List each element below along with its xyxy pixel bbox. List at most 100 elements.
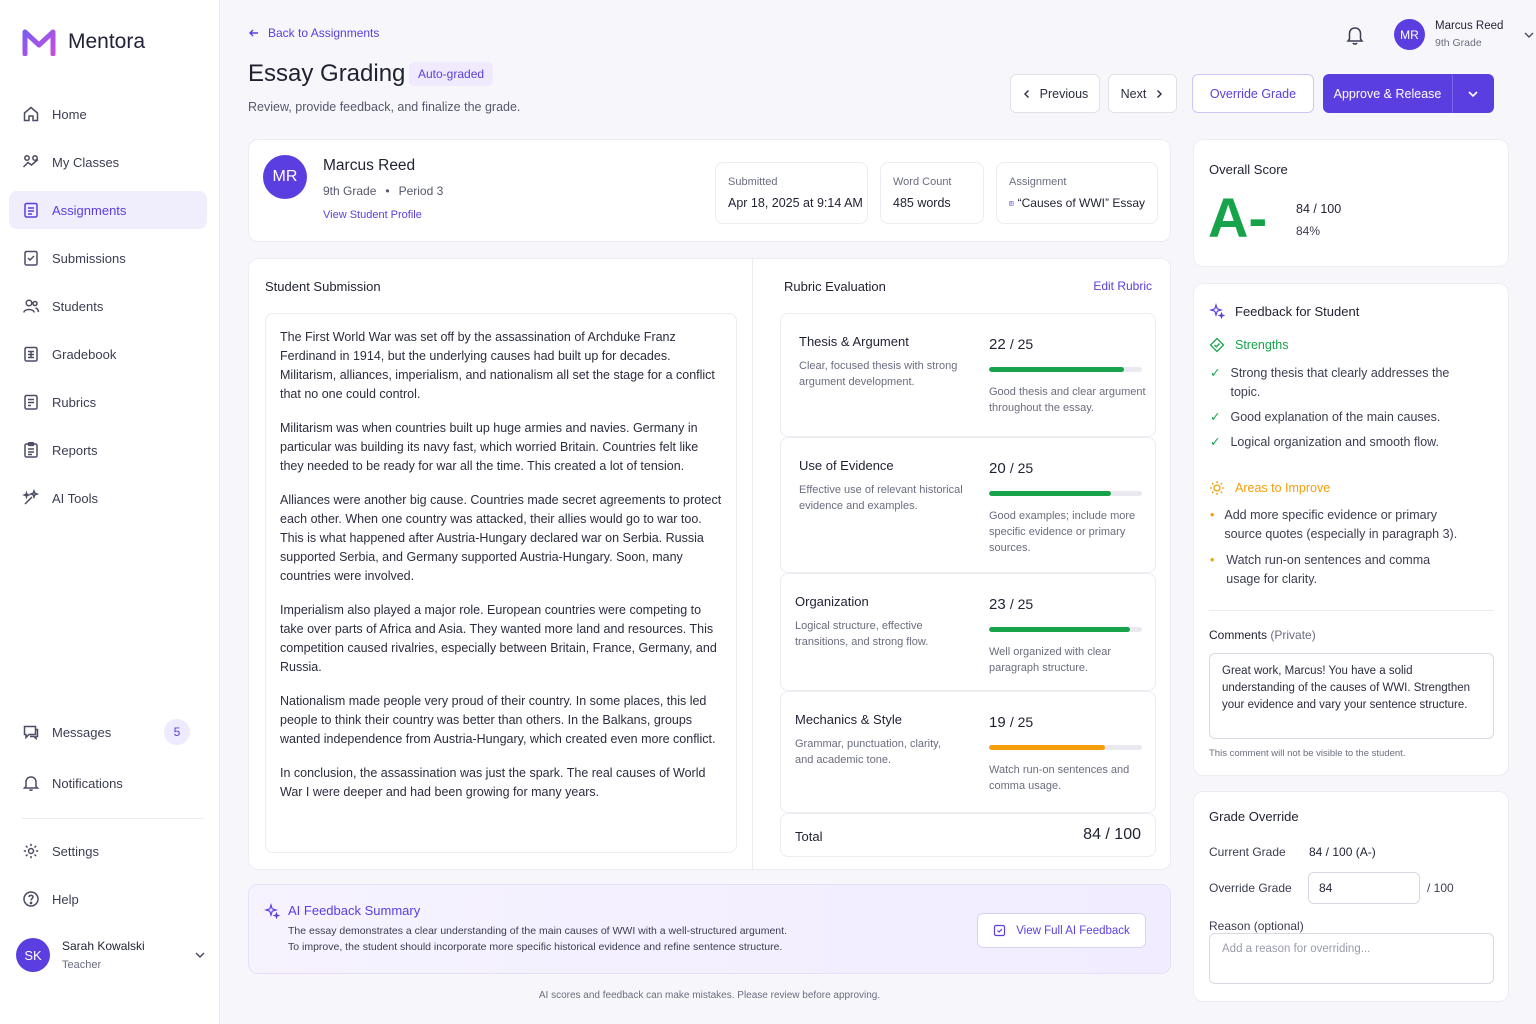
- score-max: 25: [1017, 336, 1034, 352]
- rubric-item-score: 19 / 25: [989, 714, 1034, 731]
- grade-override-card: Grade Override Current Grade 84 / 100 (A…: [1193, 791, 1509, 1002]
- score-value: 19: [989, 714, 1006, 731]
- assignment-value: “Causes of WWI” Essay: [1017, 196, 1145, 210]
- brand-logo[interactable]: Mentora: [22, 28, 145, 56]
- document-icon: [1009, 200, 1014, 206]
- top-user-menu[interactable]: MR Marcus Reed 9th Grade: [1394, 19, 1535, 50]
- sidebar-item-label: Rubrics: [52, 394, 97, 410]
- rubric-item-score: 23 / 25: [989, 596, 1034, 613]
- sidebar-item-help[interactable]: Help: [9, 880, 207, 918]
- sidebar-user[interactable]: SK Sarah Kowalski Teacher: [16, 938, 206, 972]
- reason-textarea[interactable]: Add a reason for overriding...: [1209, 933, 1494, 984]
- approve-options-dropdown[interactable]: [1452, 74, 1494, 113]
- approve-release-button[interactable]: Approve & Release: [1323, 74, 1452, 113]
- sidebar-item-my-classes[interactable]: My Classes: [9, 143, 207, 181]
- rubric-item-description: Clear, focused thesis with strong argume…: [799, 360, 958, 388]
- student-grade: 9th Grade: [323, 184, 377, 198]
- page-title: Essay Grading: [248, 60, 406, 87]
- word-count-value: 485 words: [893, 196, 951, 210]
- bullet-dot: •: [1210, 508, 1215, 522]
- next-button[interactable]: Next: [1108, 74, 1177, 113]
- view-full-ai-feedback-button[interactable]: View Full AI Feedback: [977, 913, 1146, 948]
- submitted-label: Submitted: [728, 176, 778, 188]
- rubric-item: Use of Evidence Effective use of relevan…: [780, 437, 1156, 573]
- students-icon: [23, 299, 40, 313]
- improve-list: • Add more specific evidence or primary s…: [1210, 506, 1460, 589]
- override-grade-button[interactable]: Override Grade: [1192, 74, 1314, 113]
- sidebar-item-submissions[interactable]: Submissions: [9, 239, 207, 277]
- areas-to-improve-title: Areas to Improve: [1235, 481, 1331, 495]
- score-points: 84 / 100: [1296, 202, 1342, 216]
- rubric-item-description: Grammar, punctuation, clarity, and acade…: [795, 738, 941, 766]
- previous-button[interactable]: Previous: [1010, 74, 1100, 113]
- sidebar-item-assignments[interactable]: Assignments: [9, 191, 207, 229]
- sidebar-item-label: Submissions: [52, 250, 126, 266]
- student-name: Marcus Reed: [323, 157, 416, 174]
- score-max: 25: [1017, 596, 1034, 612]
- improve-text: Add more specific evidence or primary so…: [1224, 508, 1458, 541]
- rubric-item-description: Effective use of relevant historical evi…: [799, 484, 963, 512]
- rubric-item-description: Logical structure, effective transitions…: [795, 620, 929, 648]
- edit-rubric-link[interactable]: Edit Rubric: [1093, 279, 1152, 293]
- view-full-ai-feedback-label: View Full AI Feedback: [1016, 924, 1130, 937]
- rubric-item-name: Organization: [795, 594, 869, 609]
- score-value: 22: [989, 336, 1006, 353]
- previous-label: Previous: [1039, 86, 1089, 101]
- notifications-button[interactable]: [1345, 24, 1365, 51]
- sidebar-divider: [22, 818, 204, 819]
- reports-icon: [24, 442, 38, 458]
- essay-text: The First World War was set off by the a…: [265, 313, 737, 853]
- rubric-item-note: Watch run-on sentences and comma usage.: [989, 764, 1130, 792]
- sidebar-item-reports[interactable]: Reports: [9, 431, 207, 469]
- feedback-card: Feedback for Student Strengths ✓ Strong t…: [1193, 283, 1509, 776]
- chevron-right-icon: [1157, 89, 1163, 98]
- rubric-item-name: Thesis & Argument: [799, 334, 909, 349]
- overall-score-card: Overall Score A- 84 / 100 84%: [1193, 139, 1509, 267]
- sidebar-item-messages[interactable]: Messages 5: [9, 713, 207, 751]
- override-grade-input[interactable]: 84: [1308, 872, 1420, 904]
- rubric-item-note: Good examples; include more specific evi…: [989, 510, 1136, 554]
- sidebar-item-ai-tools[interactable]: AI Tools: [9, 479, 207, 517]
- sun-icon: [1210, 481, 1224, 495]
- rubric-item-note: Good thesis and clear argument throughou…: [989, 386, 1146, 414]
- overall-score-title: Overall Score: [1209, 162, 1288, 177]
- rubric-title: Rubric Evaluation: [784, 279, 886, 294]
- brand-name: Mentora: [68, 30, 146, 53]
- strength-text: Good explanation of the main causes.: [1230, 410, 1441, 424]
- sidebar-item-students[interactable]: Students: [9, 287, 207, 325]
- back-to-assignments-link[interactable]: Back to Assignments: [248, 26, 379, 40]
- sidebar-item-label: Reports: [52, 442, 98, 458]
- sidebar-item-label: Assignments: [52, 202, 127, 218]
- sidebar-item-gradebook[interactable]: Gradebook: [9, 335, 207, 373]
- rubric-progress-bar: [989, 745, 1142, 750]
- sidebar-item-label: My Classes: [52, 154, 120, 170]
- sidebar-item-home[interactable]: Home: [9, 95, 207, 133]
- strengths-title: Strengths: [1235, 338, 1289, 352]
- submitted-value: Apr 18, 2025 at 9:14 AM: [728, 196, 863, 210]
- sidebar: Mentora Home My Classes Assignments Subm…: [0, 0, 220, 1024]
- score-max: 25: [1017, 460, 1034, 476]
- strength-item: ✓ Strong thesis that clearly addresses th…: [1210, 364, 1465, 402]
- sparkle-icon: [264, 903, 280, 919]
- sidebar-user-name: Sarah Kowalski: [62, 939, 145, 953]
- rubric-panel: Rubric Evaluation Edit Rubric Thesis & A…: [754, 259, 1170, 869]
- word-count-info: Word Count 485 words: [880, 162, 984, 224]
- badge-check-icon: [1209, 337, 1225, 353]
- home-icon: [23, 106, 39, 122]
- view-student-profile-link[interactable]: View Student Profile: [323, 209, 422, 221]
- sidebar-item-rubrics[interactable]: Rubrics: [9, 383, 207, 421]
- sparkle-icon: [1209, 303, 1225, 319]
- assignments-icon: [24, 202, 38, 218]
- sidebar-item-label: Home: [52, 106, 87, 122]
- top-user-name: Marcus Reed: [1435, 20, 1504, 32]
- sidebar-item-notifications[interactable]: Notifications: [9, 764, 207, 802]
- comments-textarea[interactable]: Great work, Marcus! You have a solid und…: [1209, 653, 1494, 739]
- essay-paragraph: In conclusion, the assassination was jus…: [280, 766, 706, 799]
- chevron-down-icon[interactable]: [194, 949, 206, 961]
- avatar: SK: [16, 938, 50, 972]
- student-info-card: MR Marcus Reed 9th Grade • Period 3 View…: [248, 139, 1171, 242]
- sidebar-item-label: Gradebook: [52, 346, 117, 362]
- essay-paragraph: The First World War was set off by the a…: [280, 330, 715, 401]
- sidebar-item-label: Help: [52, 891, 79, 907]
- sidebar-item-settings[interactable]: Settings: [9, 832, 207, 870]
